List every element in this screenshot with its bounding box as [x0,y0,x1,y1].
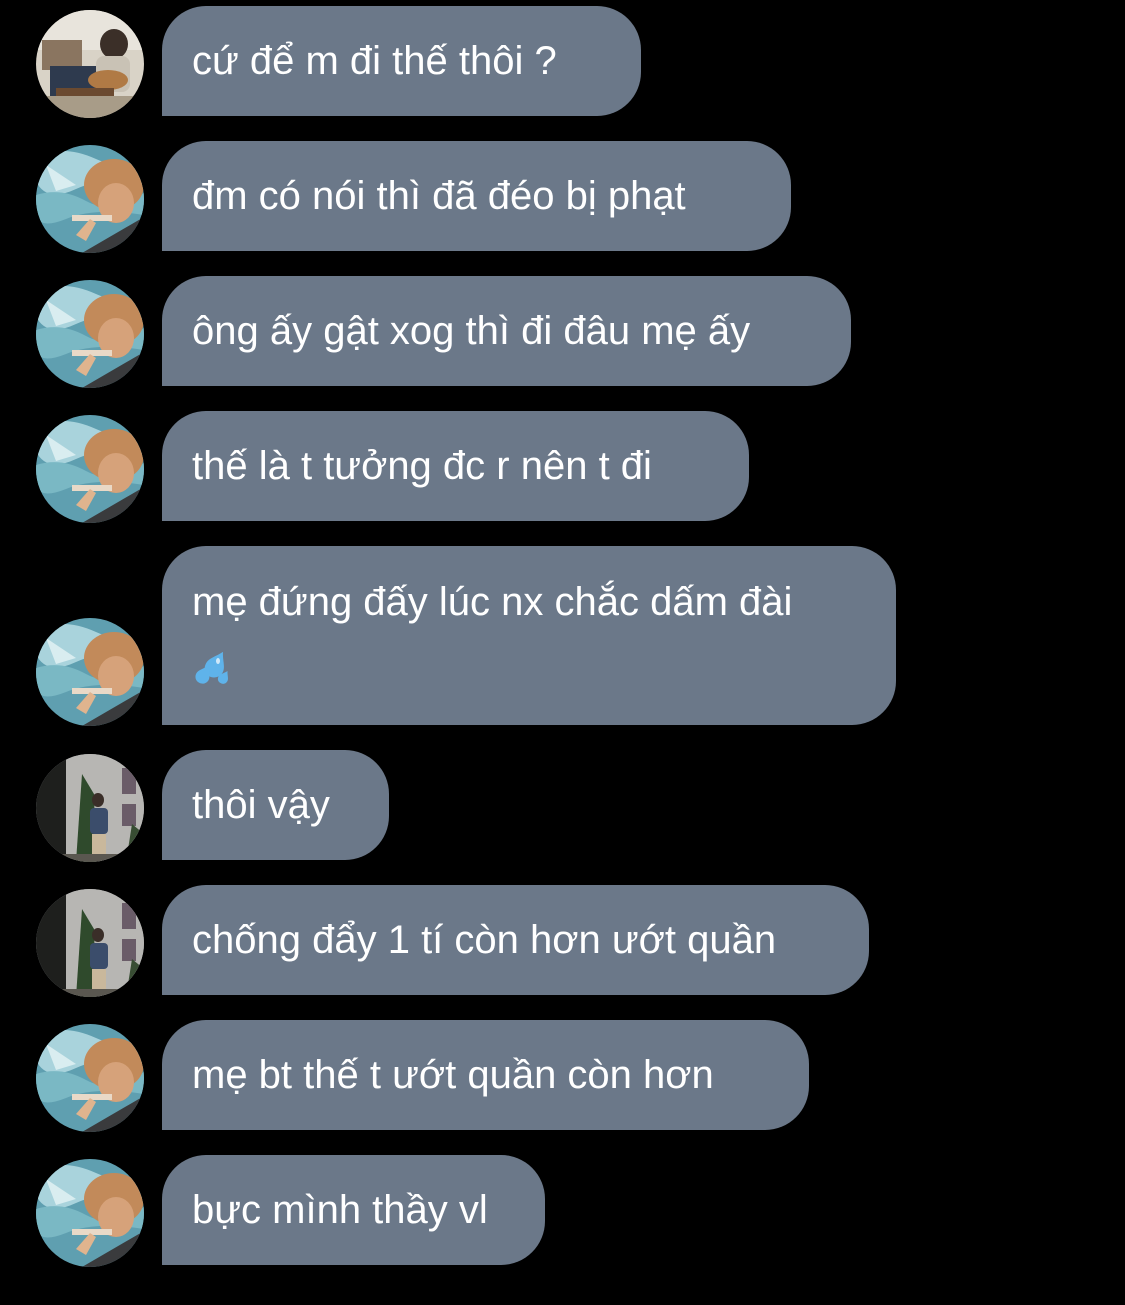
message-bubble[interactable]: bực mình thầy vl [162,1155,545,1265]
sweat-droplets-emoji [192,634,866,698]
message-text: bực mình thầy vl [192,1188,488,1232]
message-bubble[interactable]: ông ấy gật xog thì đi đâu mẹ ấy [162,276,851,386]
message-text: chống đẩy 1 tí còn hơn ướt quần [192,918,777,962]
avatar[interactable] [36,889,144,997]
avatar[interactable] [36,754,144,862]
avatar[interactable] [36,1024,144,1132]
avatar[interactable] [36,280,144,388]
avatar[interactable] [36,145,144,253]
avatar[interactable] [36,10,144,118]
avatar[interactable] [36,415,144,523]
message-text: thế là t tưởng đc r nên t đi [192,444,652,488]
message-bubble[interactable]: mẹ bt thế t ướt quần còn hơn [162,1020,809,1130]
message-text: ông ấy gật xog thì đi đâu mẹ ấy [192,309,751,353]
message-text: mẹ đứng đấy lúc nx chắc dấm đài [192,580,793,624]
message-bubble[interactable]: thế là t tưởng đc r nên t đi [162,411,749,521]
message-bubble[interactable]: mẹ đứng đấy lúc nx chắc dấm đài [162,546,896,725]
message-bubble[interactable]: thôi vậy [162,750,389,860]
message-text: đm có nói thì đã đéo bị phạt [192,174,686,218]
message-bubble[interactable]: chống đẩy 1 tí còn hơn ướt quần [162,885,869,995]
message-text: cứ để m đi thế thôi ? [192,39,557,83]
message-text: mẹ bt thế t ướt quần còn hơn [192,1053,714,1097]
message-text: thôi vậy [192,783,330,827]
avatar[interactable] [36,618,144,726]
avatar[interactable] [36,1159,144,1267]
message-bubble[interactable]: đm có nói thì đã đéo bị phạt [162,141,791,251]
message-bubble[interactable]: cứ để m đi thế thôi ? [162,6,641,116]
